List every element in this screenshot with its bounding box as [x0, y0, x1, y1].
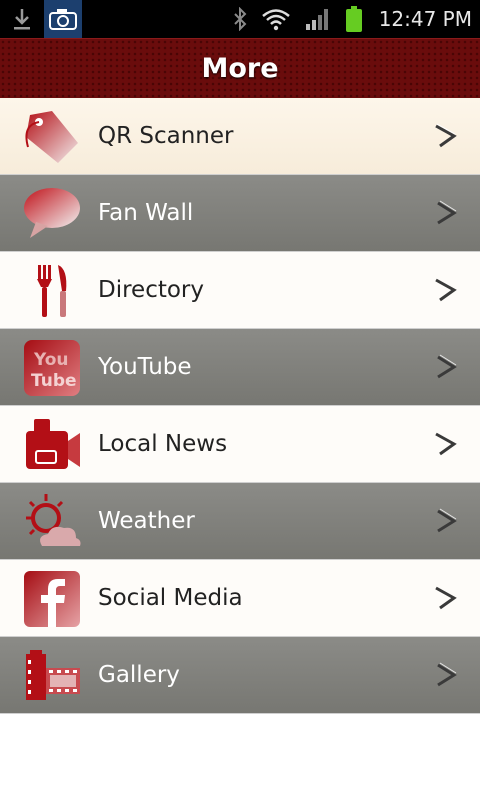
menu-item-youtube[interactable]: You Tube YouTube	[0, 329, 480, 406]
menu-item-label: Gallery	[98, 662, 180, 688]
fork-knife-icon	[22, 261, 82, 321]
title-bar: More	[0, 38, 480, 98]
chevron-right-icon	[432, 197, 460, 229]
svg-text:Tube: Tube	[31, 371, 77, 391]
svg-text:You: You	[33, 350, 69, 370]
bluetooth-icon	[233, 7, 247, 31]
menu-item-label: Social Media	[98, 585, 243, 611]
clock: 12:47 PM	[378, 7, 472, 31]
camera-icon	[44, 0, 82, 38]
menu-item-social-media[interactable]: Social Media	[0, 560, 480, 637]
menu-item-label: Directory	[98, 277, 205, 303]
download-icon	[0, 0, 44, 38]
battery-icon	[345, 5, 363, 33]
film-icon	[22, 646, 82, 706]
chevron-right-icon	[432, 274, 460, 306]
youtube-icon: You Tube	[22, 338, 82, 398]
video-camera-icon	[22, 415, 82, 475]
menu-list: QR Scanner Fan Wall Directory You Tube Y…	[0, 98, 480, 714]
tag-icon	[22, 107, 82, 167]
signal-icon	[305, 7, 331, 31]
menu-item-directory[interactable]: Directory	[0, 252, 480, 329]
chevron-right-icon	[432, 582, 460, 614]
page-title: More	[201, 53, 279, 84]
chevron-right-icon	[432, 120, 460, 152]
chevron-right-icon	[432, 351, 460, 383]
wifi-icon	[261, 7, 291, 31]
chevron-right-icon	[432, 428, 460, 460]
chevron-right-icon	[432, 505, 460, 537]
menu-item-gallery[interactable]: Gallery	[0, 637, 480, 714]
menu-item-label: Fan Wall	[98, 200, 194, 226]
chevron-right-icon	[432, 659, 460, 691]
menu-item-label: YouTube	[98, 354, 192, 380]
menu-item-qr-scanner[interactable]: QR Scanner	[0, 98, 480, 175]
menu-item-label: QR Scanner	[98, 123, 234, 149]
menu-item-fan-wall[interactable]: Fan Wall	[0, 175, 480, 252]
menu-item-weather[interactable]: Weather	[0, 483, 480, 560]
facebook-icon	[22, 569, 82, 629]
menu-item-label: Local News	[98, 431, 228, 457]
weather-icon	[22, 492, 82, 552]
menu-item-local-news[interactable]: Local News	[0, 406, 480, 483]
speech-bubble-icon	[22, 184, 82, 244]
menu-item-label: Weather	[98, 508, 195, 534]
status-bar: 12:47 PM	[0, 0, 480, 38]
